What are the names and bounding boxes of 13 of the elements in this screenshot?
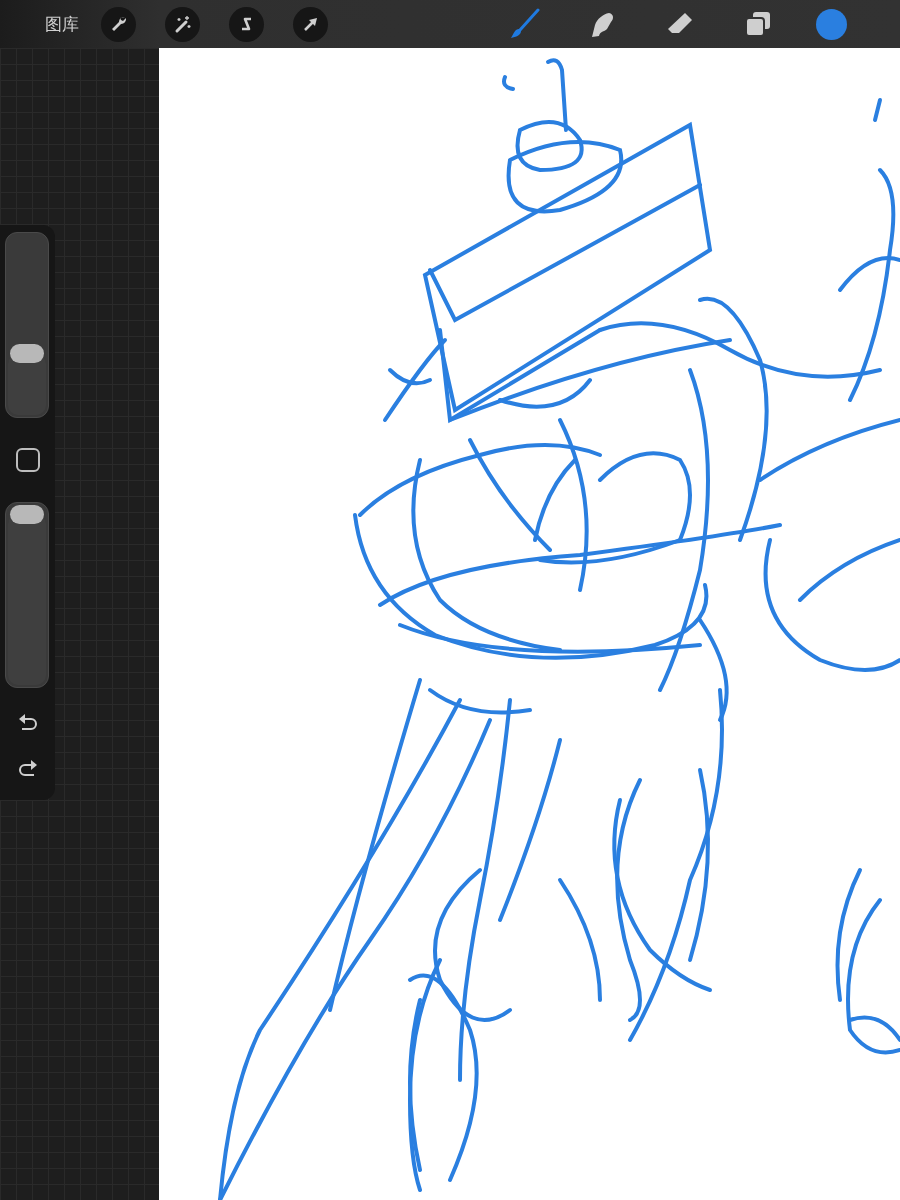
slider-thumb[interactable] <box>10 505 44 524</box>
settings-button[interactable] <box>101 6 136 42</box>
slider-thumb[interactable] <box>10 343 44 363</box>
opacity-slider[interactable] <box>5 502 49 688</box>
gallery-button[interactable]: 图库 <box>45 12 79 36</box>
brush-size-slider[interactable] <box>5 232 49 418</box>
selection-button[interactable] <box>229 6 264 42</box>
layers-icon <box>744 10 772 38</box>
modify-button[interactable] <box>15 448 40 472</box>
brush-icon <box>508 8 540 40</box>
transform-button[interactable] <box>293 6 328 42</box>
wand-button[interactable] <box>165 6 200 42</box>
color-swatch[interactable] <box>816 8 847 40</box>
